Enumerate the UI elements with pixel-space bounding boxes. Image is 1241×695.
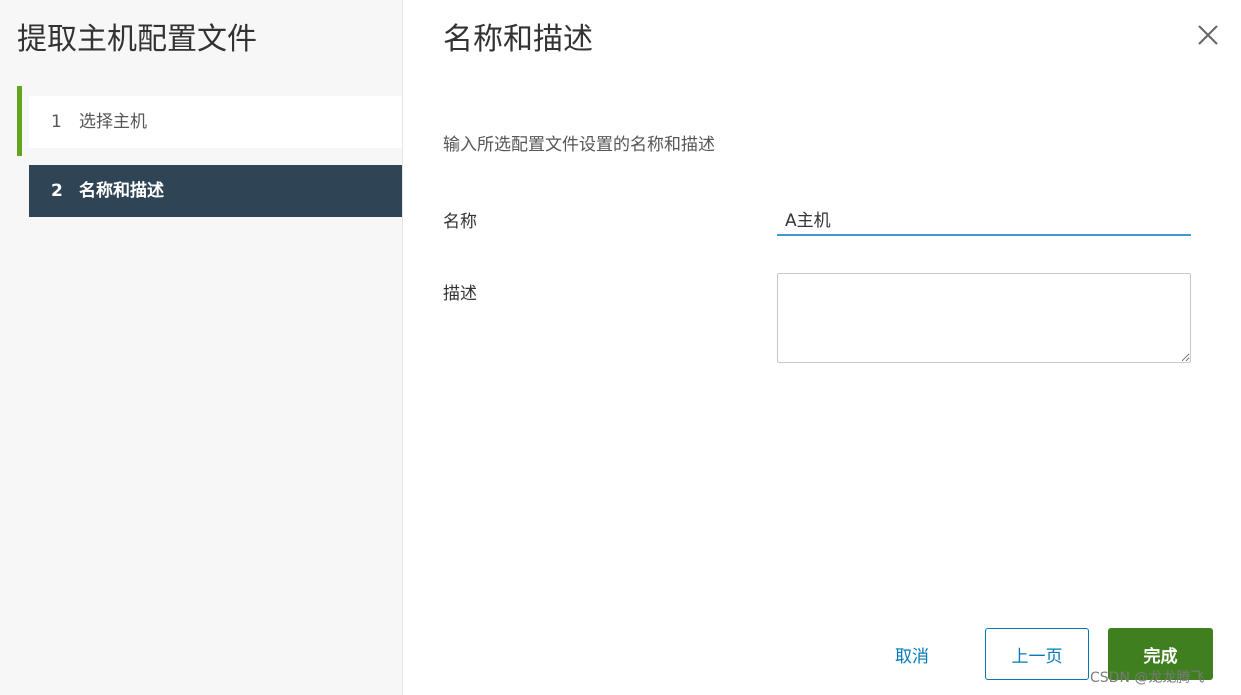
close-icon [1198,25,1218,45]
wizard-step-select-host[interactable]: 1 选择主机 [29,96,402,148]
intro-text: 输入所选配置文件设置的名称和描述 [443,135,715,155]
page-title: 名称和描述 [443,22,593,57]
step-completed-indicator [17,86,22,156]
extract-host-profile-dialog: 提取主机配置文件 1 选择主机 2 名称和描述 名称和描述 输入所选配置文件设置的名… [0,0,1241,695]
step-label: 名称和描述 [79,181,164,201]
name-input[interactable] [777,202,1191,236]
wizard-content: 名称和描述 输入所选配置文件设置的名称和描述 名称 描述 取消 上一页 完成 [403,0,1241,695]
name-label: 名称 [443,212,477,232]
description-label: 描述 [443,284,477,304]
step-number: 1 [51,112,62,132]
description-textarea[interactable] [777,273,1191,363]
watermark: CSDN @龙龙腾飞 [1090,670,1205,686]
wizard-step-name-description[interactable]: 2 名称和描述 [29,165,402,217]
cancel-button[interactable]: 取消 [875,628,949,680]
step-label: 选择主机 [79,112,147,132]
back-button[interactable]: 上一页 [985,628,1089,680]
wizard-title: 提取主机配置文件 [17,22,257,57]
wizard-sidebar: 提取主机配置文件 1 选择主机 2 名称和描述 [0,0,403,695]
close-button[interactable] [1193,20,1223,50]
step-number: 2 [51,181,63,201]
